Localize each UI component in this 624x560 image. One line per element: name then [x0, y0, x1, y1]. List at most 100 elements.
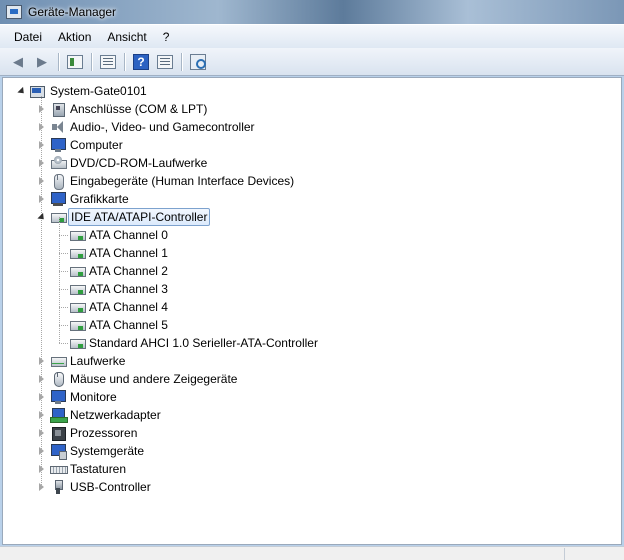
tree-connector-line: [59, 271, 68, 272]
tree-category[interactable]: Mäuse und andere Zeigegeräte: [3, 370, 603, 388]
expand-arrow-icon[interactable]: [37, 100, 46, 118]
back-icon[interactable]: ◀: [8, 52, 28, 72]
tree-device[interactable]: ATA Channel 1: [3, 244, 603, 262]
show-hide-console-tree-icon[interactable]: [65, 52, 85, 72]
tree-category[interactable]: Eingabegeräte (Human Interface Devices): [3, 172, 603, 190]
expand-arrow-icon[interactable]: [37, 190, 46, 208]
tree-category-label: Audio-, Video- und Gamecontroller: [70, 120, 255, 134]
tree-category-label: Laufwerke: [70, 354, 126, 368]
tree-category-label: IDE ATA/ATAPI-Controller: [68, 208, 211, 226]
menu-datei[interactable]: Datei: [6, 27, 50, 47]
hid-icon: [50, 173, 66, 190]
expand-arrow-icon[interactable]: [37, 388, 46, 406]
expand-arrow-icon[interactable]: [37, 352, 46, 370]
ide-channel-icon: [69, 263, 86, 279]
tree-category[interactable]: Anschlüsse (COM & LPT): [3, 100, 603, 118]
device-manager-app-icon[interactable]: [6, 5, 22, 19]
tree-category[interactable]: Grafikkarte: [3, 190, 603, 208]
tree-connector-line: [59, 307, 68, 308]
mouse-icon: [50, 371, 66, 387]
ide-channel-icon: [69, 227, 86, 243]
tree-device-label: ATA Channel 1: [89, 246, 168, 260]
graphics-card-icon: [50, 191, 66, 207]
tree-connector-line: [59, 343, 68, 344]
menu-help[interactable]: ?: [155, 27, 178, 47]
tree-root[interactable]: System-Gate0101: [3, 82, 303, 100]
tree-category-label: Computer: [70, 138, 123, 152]
tree-root-label: System-Gate0101: [50, 84, 147, 98]
system-devices-icon: [50, 443, 67, 460]
expand-arrow-icon[interactable]: [37, 136, 46, 154]
expand-arrow-icon[interactable]: [37, 460, 46, 478]
expand-arrow-icon[interactable]: [37, 154, 46, 172]
tree-connector-line: [59, 289, 68, 290]
ide-channel-icon: [69, 335, 86, 351]
monitor-icon: [50, 389, 66, 405]
tree-device[interactable]: ATA Channel 4: [3, 298, 603, 316]
tree-device[interactable]: ATA Channel 3: [3, 280, 603, 298]
expand-arrow-icon[interactable]: [37, 406, 46, 424]
expand-arrow-icon[interactable]: [37, 118, 46, 136]
ide-controller-icon: [50, 209, 67, 225]
tree-category[interactable]: Computer: [3, 136, 603, 154]
tree-category[interactable]: DVD/CD-ROM-Laufwerke: [3, 154, 603, 172]
tree-category-label: Eingabegeräte (Human Interface Devices): [70, 174, 295, 188]
keyboard-icon: [50, 461, 68, 477]
expand-arrow-icon[interactable]: [37, 442, 46, 460]
tree-device-label: ATA Channel 3: [89, 282, 168, 296]
device-tree-panel[interactable]: System-Gate0101 Anschlüsse (COM & LPT) Au…: [2, 77, 622, 545]
expand-arrow-icon[interactable]: [37, 370, 46, 388]
tree-category-label: Monitore: [70, 390, 117, 404]
computer-root-icon: [29, 83, 45, 99]
toolbar-separator: [124, 52, 125, 71]
tree-category-label: Tastaturen: [70, 462, 127, 476]
usb-controller-icon: [50, 479, 66, 495]
tree-device-label: ATA Channel 5: [89, 318, 168, 332]
tree-category[interactable]: USB-Controller: [3, 478, 603, 496]
toolbar: ◀ ▶ ?: [0, 48, 624, 76]
tree-category-label: Netzwerkadapter: [70, 408, 161, 422]
tree-category[interactable]: Audio-, Video- und Gamecontroller: [3, 118, 603, 136]
network-adapter-icon: [50, 407, 68, 423]
menu-bar: Datei Aktion Ansicht ?: [0, 24, 624, 48]
toolbar-separator: [91, 52, 92, 71]
title-bar[interactable]: Geräte-Manager: [0, 0, 624, 24]
port-icon: [50, 101, 66, 117]
expand-arrow-icon[interactable]: [37, 424, 46, 442]
tree-category-label: Grafikkarte: [70, 192, 129, 206]
dvd-drive-icon: [50, 155, 67, 171]
tree-category-label: Systemgeräte: [70, 444, 145, 458]
tree-category[interactable]: Netzwerkadapter: [3, 406, 603, 424]
collapse-arrow-icon[interactable]: [16, 82, 27, 100]
processor-icon: [50, 425, 66, 441]
menu-aktion[interactable]: Aktion: [50, 27, 99, 47]
disk-drive-icon: [50, 353, 67, 369]
tree-category[interactable]: Prozessoren: [3, 424, 603, 442]
help-icon[interactable]: ?: [131, 52, 151, 72]
tree-connector-line: [59, 253, 68, 254]
tree-category[interactable]: Monitore: [3, 388, 603, 406]
tree-category[interactable]: IDE ATA/ATAPI-Controller: [3, 208, 603, 226]
collapse-arrow-icon[interactable]: [36, 208, 47, 226]
expand-arrow-icon[interactable]: [37, 478, 46, 496]
tree-category[interactable]: Systemgeräte: [3, 442, 603, 460]
tree-category[interactable]: Tastaturen: [3, 460, 603, 478]
tree-device[interactable]: Standard AHCI 1.0 Serieller-ATA-Controll…: [3, 334, 603, 352]
tree-category-label: DVD/CD-ROM-Laufwerke: [70, 156, 208, 170]
properties-icon[interactable]: [98, 52, 118, 72]
forward-icon[interactable]: ▶: [32, 52, 52, 72]
tree-device[interactable]: ATA Channel 2: [3, 262, 603, 280]
scan-hardware-icon[interactable]: [188, 52, 208, 72]
speaker-icon: [50, 119, 66, 135]
expand-arrow-icon[interactable]: [37, 172, 46, 190]
computer-icon: [50, 137, 66, 153]
tree-device-label: ATA Channel 4: [89, 300, 168, 314]
menu-ansicht[interactable]: Ansicht: [99, 27, 154, 47]
toolbar-separator: [181, 52, 182, 71]
tree-device[interactable]: ATA Channel 5: [3, 316, 603, 334]
tree-device[interactable]: ATA Channel 0: [3, 226, 603, 244]
tree-category[interactable]: Laufwerke: [3, 352, 603, 370]
action-pane-icon[interactable]: [155, 52, 175, 72]
window-title: Geräte-Manager: [28, 5, 117, 19]
tree-connector-line: [59, 325, 68, 326]
